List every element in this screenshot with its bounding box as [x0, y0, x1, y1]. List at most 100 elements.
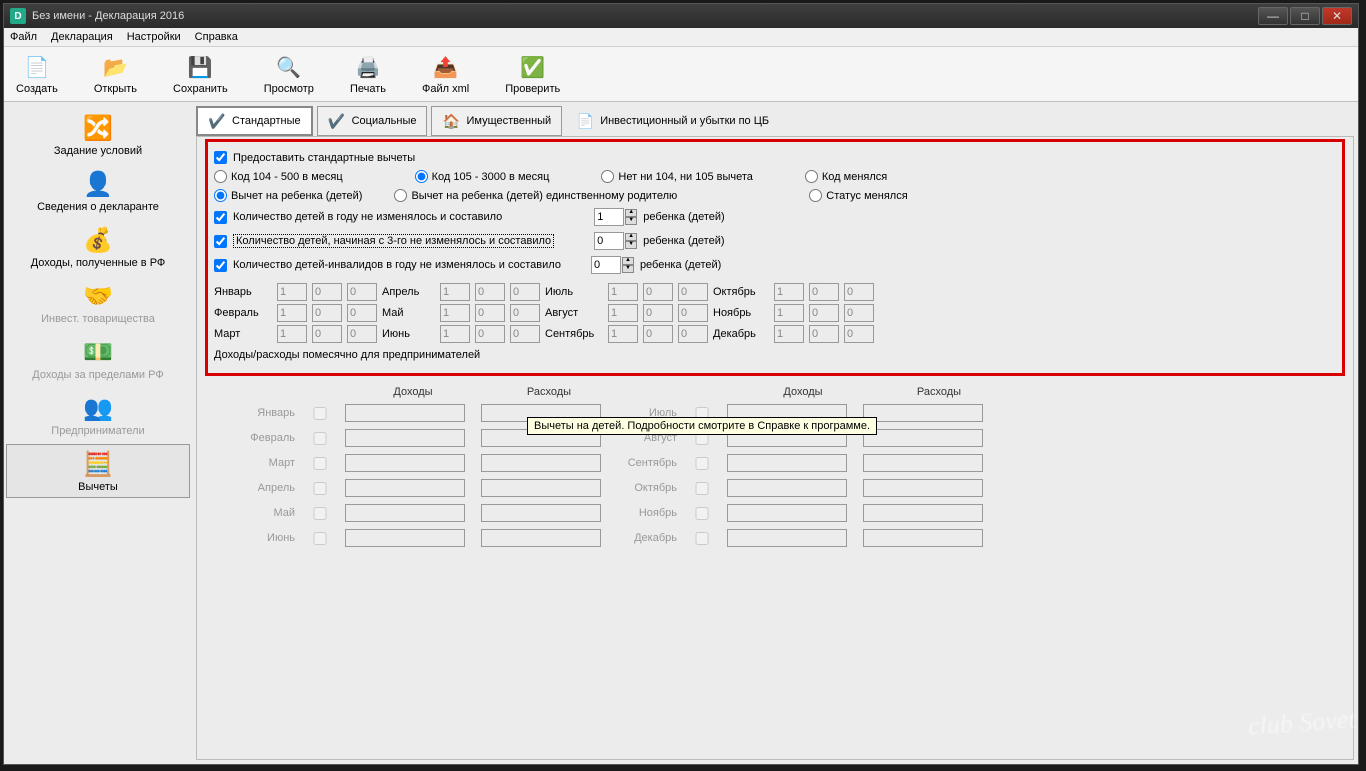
- close-button[interactable]: ✕: [1322, 7, 1352, 25]
- month-input[interactable]: [774, 283, 804, 301]
- kids-disabled-checkbox[interactable]: [214, 259, 227, 272]
- minimize-button[interactable]: —: [1258, 7, 1288, 25]
- provide-deductions-checkbox[interactable]: [214, 151, 227, 164]
- biz-month: Май: [235, 507, 295, 519]
- create-label: Создать: [16, 83, 58, 95]
- kids-disabled-input[interactable]: [591, 256, 621, 274]
- month-input[interactable]: [608, 304, 638, 322]
- menu-settings[interactable]: Настройки: [127, 31, 181, 43]
- month-input[interactable]: [510, 304, 540, 322]
- month-input[interactable]: [312, 304, 342, 322]
- print-icon: 🖨️: [354, 53, 382, 81]
- tab-property[interactable]: 🏠Имущественный: [431, 106, 562, 136]
- xml-button[interactable]: 📤Файл xml: [418, 51, 473, 97]
- kids-from3-checkbox[interactable]: [214, 235, 227, 248]
- spinner[interactable]: ▲▼: [625, 209, 637, 225]
- biz-month: Ноябрь: [617, 507, 677, 519]
- sidebar-label: Инвест. товарищества: [41, 313, 155, 325]
- month-label: Март: [214, 328, 274, 340]
- biz-month: Январь: [235, 407, 295, 419]
- month-input[interactable]: [277, 325, 307, 343]
- tab-social[interactable]: ✔️Социальные: [317, 106, 428, 136]
- menu-help[interactable]: Справка: [195, 31, 238, 43]
- month-input[interactable]: [678, 283, 708, 301]
- kids-count-checkbox[interactable]: [214, 211, 227, 224]
- month-input[interactable]: [440, 283, 470, 301]
- month-input[interactable]: [440, 304, 470, 322]
- sidebar-label: Доходы за пределами РФ: [32, 369, 163, 381]
- sidebar-item-deductions[interactable]: 🧮Вычеты: [6, 444, 190, 498]
- radio-child-single[interactable]: [394, 189, 407, 202]
- form-area: Предоставить стандартные вычеты Код 104 …: [196, 136, 1354, 760]
- sidebar-item-invest[interactable]: 🤝 Инвест. товарищества: [6, 276, 190, 330]
- biz-expense: [863, 529, 983, 547]
- kids-from3-label: Количество детей, начиная с 3-го не изме…: [233, 234, 554, 248]
- tab-invest-cb[interactable]: 📄Инвестиционный и убытки по ЦБ: [566, 106, 779, 136]
- print-button[interactable]: 🖨️Печать: [346, 51, 390, 97]
- biz-checkbox: [311, 432, 329, 445]
- menu-declaration[interactable]: Декларация: [51, 31, 113, 43]
- month-input[interactable]: [347, 325, 377, 343]
- kids-from3-input[interactable]: [594, 232, 624, 250]
- maximize-button[interactable]: □: [1290, 7, 1320, 25]
- spinner[interactable]: ▲▼: [622, 257, 634, 273]
- radio-status-changed[interactable]: [809, 189, 822, 202]
- preview-button[interactable]: 🔍Просмотр: [260, 51, 318, 97]
- month-input[interactable]: [844, 283, 874, 301]
- invest-icon: 🤝: [80, 281, 116, 311]
- month-input[interactable]: [809, 325, 839, 343]
- check-button[interactable]: ✅Проверить: [501, 51, 564, 97]
- month-input[interactable]: [608, 283, 638, 301]
- sidebar-item-declarant[interactable]: 👤Сведения о декларанте: [6, 164, 190, 218]
- month-input[interactable]: [475, 304, 505, 322]
- month-input[interactable]: [277, 283, 307, 301]
- menu-file[interactable]: Файл: [10, 31, 37, 43]
- radio-code-changed[interactable]: [805, 170, 818, 183]
- month-input[interactable]: [643, 283, 673, 301]
- month-input[interactable]: [643, 304, 673, 322]
- month-input[interactable]: [510, 283, 540, 301]
- month-input[interactable]: [774, 304, 804, 322]
- month-input[interactable]: [277, 304, 307, 322]
- radio-child[interactable]: [214, 189, 227, 202]
- month-label: Декабрь: [713, 328, 771, 340]
- save-icon: 💾: [186, 53, 214, 81]
- kids-disabled-label: Количество детей-инвалидов в году не изм…: [233, 259, 561, 271]
- radio-none[interactable]: [601, 170, 614, 183]
- open-button[interactable]: 📂Открыть: [90, 51, 141, 97]
- month-input[interactable]: [678, 325, 708, 343]
- sidebar-item-conditions[interactable]: 🔀Задание условий: [6, 108, 190, 162]
- spinner[interactable]: ▲▼: [625, 233, 637, 249]
- sidebar-item-entrepreneurs[interactable]: 👥Предприниматели: [6, 388, 190, 442]
- month-input[interactable]: [643, 325, 673, 343]
- month-input[interactable]: [440, 325, 470, 343]
- month-input[interactable]: [347, 304, 377, 322]
- kids-count-input[interactable]: [594, 208, 624, 226]
- month-input[interactable]: [809, 283, 839, 301]
- month-input[interactable]: [844, 325, 874, 343]
- month-input[interactable]: [312, 283, 342, 301]
- tab-standard[interactable]: ✔️Стандартные: [196, 106, 313, 136]
- month-label: Август: [545, 307, 605, 319]
- month-input[interactable]: [678, 304, 708, 322]
- month-input[interactable]: [844, 304, 874, 322]
- sidebar-item-income-rf[interactable]: 💰Доходы, полученные в РФ: [6, 220, 190, 274]
- tab-label: Стандартные: [232, 115, 301, 127]
- create-button[interactable]: 📄Создать: [12, 51, 62, 97]
- month-input[interactable]: [475, 325, 505, 343]
- month-input[interactable]: [347, 283, 377, 301]
- month-input[interactable]: [312, 325, 342, 343]
- month-input[interactable]: [475, 283, 505, 301]
- month-input[interactable]: [809, 304, 839, 322]
- money-bag-icon: 💵: [80, 337, 116, 367]
- month-input[interactable]: [608, 325, 638, 343]
- month-input[interactable]: [510, 325, 540, 343]
- people-icon: 👥: [80, 393, 116, 423]
- sidebar-item-income-abroad[interactable]: 💵 Доходы за пределами РФ: [6, 332, 190, 386]
- radio-code105[interactable]: [415, 170, 428, 183]
- save-button[interactable]: 💾Сохранить: [169, 51, 232, 97]
- month-input[interactable]: [774, 325, 804, 343]
- person-icon: 👤: [80, 169, 116, 199]
- tooltip: Вычеты на детей. Подробности смотрите в …: [527, 417, 877, 435]
- radio-code104[interactable]: [214, 170, 227, 183]
